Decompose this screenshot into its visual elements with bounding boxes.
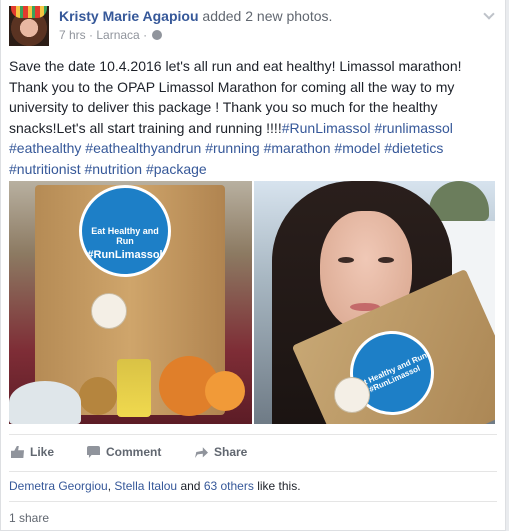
eye [378,257,394,263]
share-icon [195,447,208,458]
flower-crown [11,6,47,18]
share-button[interactable]: Share [195,445,247,459]
hashtag[interactable]: #RunLimassol [282,120,371,136]
hashtag[interactable]: #dietetics [384,140,443,156]
author-name[interactable]: Kristy Marie Agapiou [59,8,199,24]
hashtag[interactable]: #eathealthy [9,140,81,156]
action-bar: Like Comment Share [9,434,497,472]
meta-separator: · [85,28,97,42]
comment-label: Comment [106,445,162,459]
like-button[interactable]: Like [11,445,54,459]
likes-summary: Demetra Georgiou, Stella Italou and 63 o… [9,479,301,493]
like-icon [11,446,24,458]
paper-tag [334,377,370,413]
author-line: Kristy Marie Agapiou added 2 new photos. [59,8,332,24]
feed-post: Kristy Marie Agapiou added 2 new photos.… [0,0,506,531]
like-label: Like [30,445,55,459]
meta-separator: · [139,28,151,42]
sticker-hashtag: #RunLimassol [87,249,163,261]
hashtag[interactable]: #runlimassol [374,120,453,136]
likes-others-link[interactable]: 63 others [204,479,254,493]
post-location[interactable]: Larnaca [96,28,139,42]
photo-snack-bag[interactable]: Eat Healthy and Run #RunLimassol [9,181,252,424]
post-time[interactable]: 7 hrs [59,28,86,42]
hashtag[interactable]: #marathon [264,140,331,156]
paper-tag [91,293,127,329]
globe-icon[interactable] [152,30,163,40]
avatar[interactable] [9,6,49,46]
comment-icon [87,446,100,458]
post-body: Save the date 10.4.2016 let's all run an… [9,56,499,179]
hashtag[interactable]: #eathealthyandrun [85,140,201,156]
juice-jar [117,359,151,417]
likes-separator: and [177,479,204,493]
snack-container [9,381,81,424]
divider [9,501,497,502]
sticker-text: Eat Healthy and Run [91,226,159,246]
likes-suffix: like this. [253,479,301,493]
shares-count[interactable]: 1 share [9,511,49,525]
comment-button[interactable]: Comment [87,445,161,459]
post-header: Kristy Marie Agapiou added 2 new photos.… [9,6,497,46]
liker-name[interactable]: Demetra Georgiou [9,479,108,493]
liker-name[interactable]: Stella Italou [114,479,177,493]
photo-grid: Eat Healthy and Run #RunLimassol Eat Hea… [9,181,495,424]
share-label: Share [214,445,248,459]
hashtag[interactable]: #package [146,161,207,177]
orange-fruit [205,371,245,411]
hashtag[interactable]: #model [334,140,380,156]
run-limassol-sticker: Eat Healthy and Run #RunLimassol [79,185,171,277]
hashtag[interactable]: #nutritionist [9,161,81,177]
bread-roll [79,377,117,415]
chevron-down-icon[interactable] [483,8,495,20]
photo-selfie[interactable]: Eat Healthy and Run #RunLimassol [254,181,495,424]
hashtag[interactable]: #running [205,140,260,156]
eye [338,257,354,263]
post-meta: 7 hrs · Larnaca · [59,28,163,42]
post-action: added 2 new photos. [202,8,333,24]
hashtag[interactable]: #nutrition [84,161,142,177]
